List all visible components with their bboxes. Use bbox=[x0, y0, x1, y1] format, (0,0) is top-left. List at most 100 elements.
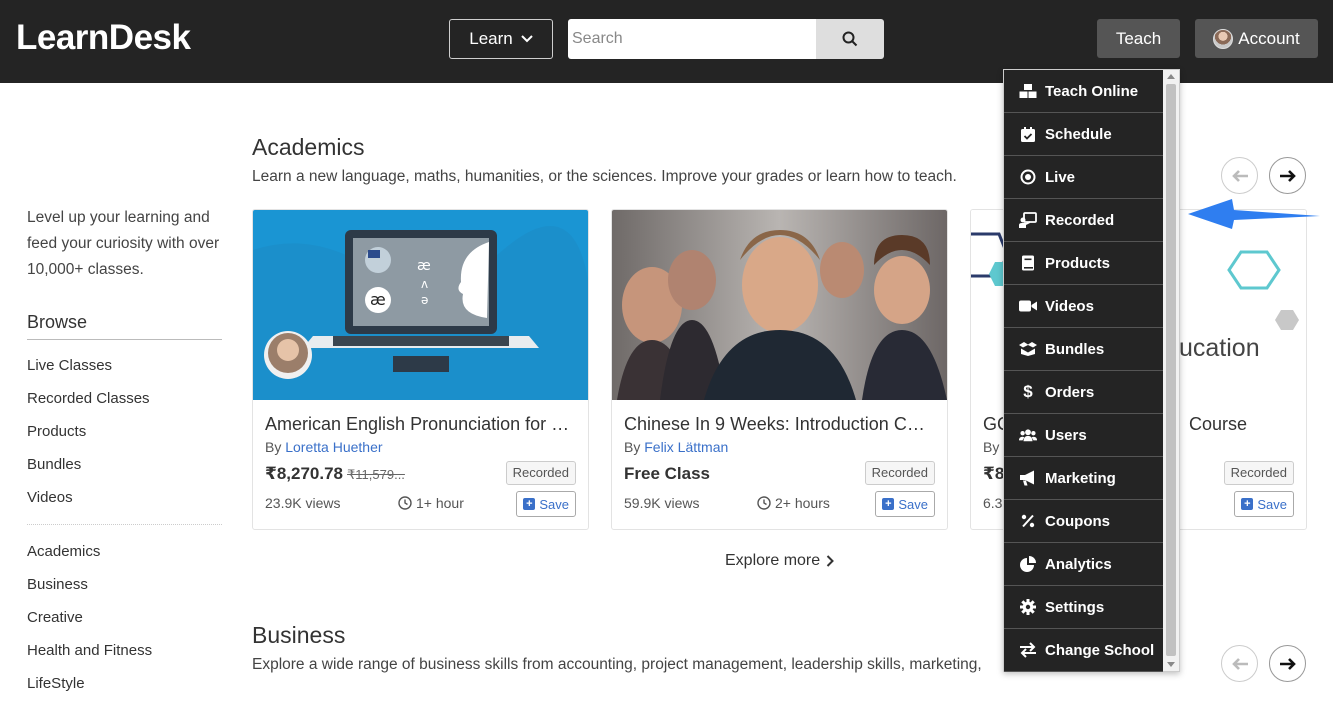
percent-icon bbox=[1019, 512, 1037, 530]
logo[interactable]: LearnDesk bbox=[16, 18, 191, 58]
cubes-icon bbox=[1019, 82, 1037, 100]
scroll-down-arrow-icon[interactable] bbox=[1167, 662, 1175, 667]
sidebar-item-academics[interactable]: Academics bbox=[27, 542, 222, 575]
course-card[interactable]: Chinese In 9 Weeks: Introduction Course … bbox=[611, 209, 948, 530]
scroll-up-arrow-icon[interactable] bbox=[1167, 74, 1175, 79]
menu-item-coupons[interactable]: Coupons bbox=[1004, 500, 1163, 543]
menu-item-teach-online[interactable]: Teach Online bbox=[1004, 70, 1163, 113]
teach-button[interactable]: Teach bbox=[1097, 19, 1180, 58]
avatar bbox=[1213, 28, 1234, 49]
video-camera-icon bbox=[1019, 297, 1037, 315]
category-list: Academics Business Creative Health and F… bbox=[27, 542, 222, 707]
menu-item-bundles[interactable]: Bundles bbox=[1004, 328, 1163, 371]
dot-circle-icon bbox=[1019, 168, 1037, 186]
menu-item-label: Teach Online bbox=[1045, 82, 1139, 100]
sidebar-item-lifestyle[interactable]: LifeStyle bbox=[27, 674, 222, 707]
teach-dropdown-menu: Teach Online Schedule Live Recorded Prod… bbox=[1003, 69, 1180, 672]
menu-item-orders[interactable]: $ Orders bbox=[1004, 371, 1163, 414]
sidebar-item-live-classes[interactable]: Live Classes bbox=[27, 356, 222, 389]
box-open-icon bbox=[1019, 340, 1037, 358]
menu-item-settings[interactable]: Settings bbox=[1004, 586, 1163, 629]
course-author-line: By bbox=[983, 439, 1000, 455]
sidebar-divider bbox=[27, 524, 222, 525]
exchange-icon bbox=[1019, 641, 1037, 659]
search-icon bbox=[842, 31, 858, 47]
academics-next-button[interactable] bbox=[1269, 157, 1306, 194]
academics-prev-button[interactable] bbox=[1221, 157, 1258, 194]
browse-heading: Browse bbox=[27, 312, 222, 340]
save-button[interactable]: + Save bbox=[1234, 491, 1294, 517]
svg-text:æ: æ bbox=[370, 290, 386, 309]
arrow-right-icon bbox=[1279, 169, 1296, 182]
business-subtitle: Explore a wide range of business skills … bbox=[252, 656, 982, 673]
by-label: By bbox=[265, 439, 282, 455]
menu-item-analytics[interactable]: Analytics bbox=[1004, 543, 1163, 586]
svg-text:ə: ə bbox=[421, 293, 428, 307]
author-link[interactable]: Loretta Huether bbox=[285, 439, 382, 455]
sidebar-item-business[interactable]: Business bbox=[27, 575, 222, 608]
account-button[interactable]: Account bbox=[1195, 19, 1318, 58]
course-card[interactable]: æ æ ʌ ə American English Pronunciation f… bbox=[252, 209, 589, 530]
menu-item-live[interactable]: Live bbox=[1004, 156, 1163, 199]
search-button[interactable] bbox=[816, 19, 884, 59]
book-icon bbox=[1019, 254, 1037, 272]
clock-icon bbox=[398, 496, 412, 510]
annotation-arrow-icon bbox=[1188, 199, 1320, 229]
menu-item-recorded[interactable]: Recorded bbox=[1004, 199, 1163, 242]
menu-item-marketing[interactable]: Marketing bbox=[1004, 457, 1163, 500]
course-title[interactable]: American English Pronunciation for Non-N… bbox=[265, 414, 575, 435]
sidebar-item-recorded-classes[interactable]: Recorded Classes bbox=[27, 389, 222, 422]
original-price: ₹11,579... bbox=[347, 467, 405, 482]
author-link[interactable]: Felix Lättman bbox=[644, 439, 728, 455]
academics-title[interactable]: Academics bbox=[252, 134, 364, 161]
learn-label: Learn bbox=[469, 29, 513, 48]
gear-icon bbox=[1019, 598, 1037, 616]
status-badge: Recorded bbox=[1223, 461, 1294, 485]
sidebar-item-bundles[interactable]: Bundles bbox=[27, 455, 222, 488]
menu-item-schedule[interactable]: Schedule bbox=[1004, 113, 1163, 156]
by-label: By bbox=[624, 439, 641, 455]
explore-more-link[interactable]: Explore more bbox=[725, 552, 835, 570]
course-title[interactable]: Chinese In 9 Weeks: Introduction Course bbox=[624, 414, 934, 435]
dropdown-scrollbar[interactable] bbox=[1163, 70, 1179, 671]
menu-item-products[interactable]: Products bbox=[1004, 242, 1163, 285]
sidebar-item-creative[interactable]: Creative bbox=[27, 608, 222, 641]
business-prev-button[interactable] bbox=[1221, 645, 1258, 682]
arrow-left-icon bbox=[1231, 169, 1248, 182]
sidebar-tagline: Level up your learning and feed your cur… bbox=[27, 209, 220, 278]
course-author-line: By Felix Lättman bbox=[624, 439, 728, 455]
menu-item-label: Schedule bbox=[1045, 125, 1112, 143]
course-title-tail[interactable]: Course bbox=[1189, 414, 1299, 435]
menu-item-change-school[interactable]: Change School bbox=[1004, 629, 1163, 672]
svg-text:æ: æ bbox=[417, 258, 431, 274]
menu-item-label: Settings bbox=[1045, 598, 1105, 616]
duration-label: 2+ hours bbox=[775, 495, 830, 511]
account-label: Account bbox=[1238, 28, 1300, 48]
current-price: ₹8,270.78 bbox=[265, 464, 344, 483]
academics-subtitle: Learn a new language, maths, humanities,… bbox=[252, 168, 957, 185]
dollar-icon: $ bbox=[1023, 382, 1033, 401]
learn-dropdown-button[interactable]: Learn bbox=[449, 19, 553, 59]
sidebar-item-health-fitness[interactable]: Health and Fitness bbox=[27, 641, 222, 674]
course-thumbnail[interactable]: æ æ ʌ ə bbox=[253, 210, 588, 400]
course-thumbnail[interactable] bbox=[612, 210, 947, 400]
pie-chart-icon bbox=[1019, 555, 1037, 573]
sidebar-item-products[interactable]: Products bbox=[27, 422, 222, 455]
menu-item-label: Videos bbox=[1045, 297, 1094, 315]
menu-item-users[interactable]: Users bbox=[1004, 414, 1163, 457]
search-input[interactable] bbox=[568, 19, 816, 59]
svg-text:ʌ: ʌ bbox=[421, 277, 428, 291]
save-button[interactable]: + Save bbox=[875, 491, 935, 517]
save-button[interactable]: + Save bbox=[516, 491, 576, 517]
course-price: ₹8,270.78 ₹11,579... bbox=[265, 464, 405, 484]
menu-item-label: Marketing bbox=[1045, 469, 1116, 487]
search-bar bbox=[568, 19, 884, 59]
scrollbar-thumb[interactable] bbox=[1166, 84, 1176, 656]
menu-item-videos[interactable]: Videos bbox=[1004, 285, 1163, 328]
business-title[interactable]: Business bbox=[252, 622, 345, 649]
plus-square-icon: + bbox=[1241, 498, 1254, 510]
business-next-button[interactable] bbox=[1269, 645, 1306, 682]
menu-item-label: Live bbox=[1045, 168, 1076, 186]
browse-list: Live Classes Recorded Classes Products B… bbox=[27, 356, 222, 521]
sidebar-item-videos[interactable]: Videos bbox=[27, 488, 222, 521]
